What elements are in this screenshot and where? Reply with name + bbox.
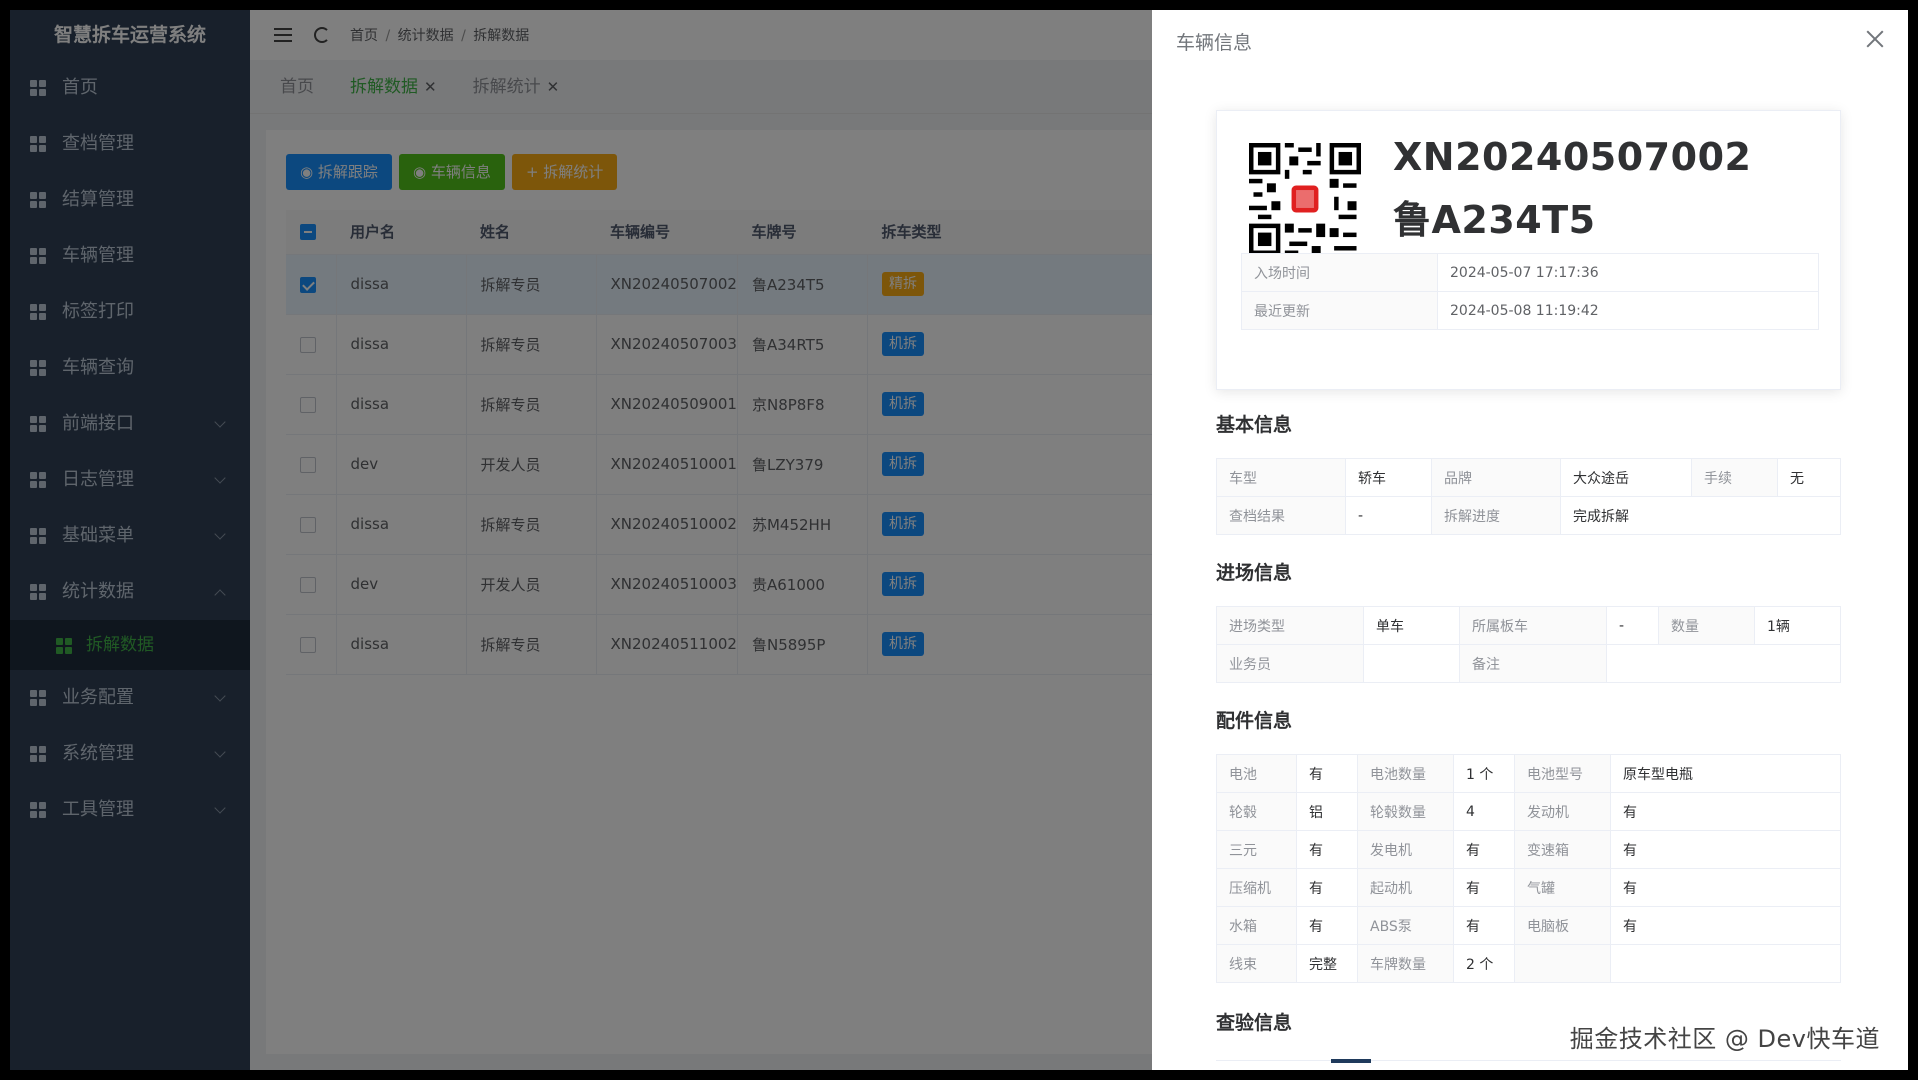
- desc-value: 有: [1610, 830, 1841, 869]
- desc-value: 1辆: [1754, 606, 1841, 645]
- parts-row: 三元有发电机有变速箱有: [1216, 830, 1841, 869]
- desc-label: 车型: [1216, 458, 1346, 497]
- updated-label: 最近更新: [1241, 291, 1438, 330]
- parts-info-table: 电池有电池数量 1 个电池型号 原车型电瓶 轮毂铝轮毂数量 4 发动机有三元有发电机有变速…: [1216, 754, 1841, 983]
- desc-value: 有: [1453, 868, 1515, 907]
- desc-value: 有: [1610, 868, 1841, 907]
- desc-value: 轿车: [1345, 458, 1432, 497]
- desc-label: 电池型号: [1514, 754, 1611, 793]
- desc-label: 进场类型: [1216, 606, 1364, 645]
- parts-row: 压缩机有起动机有气罐有: [1216, 868, 1841, 907]
- desc-value: 有: [1453, 906, 1515, 945]
- inspection-tab-indicator: [1331, 1059, 1371, 1063]
- desc-label: 发动机: [1514, 792, 1611, 831]
- desc-label: 拆解进度: [1431, 496, 1561, 535]
- drawer-header: 车辆信息: [1152, 10, 1908, 64]
- desc-value: 有: [1296, 830, 1358, 869]
- parts-info-title: 配件信息: [1216, 710, 1293, 732]
- desc-label: 起动机: [1357, 868, 1454, 907]
- desc-label: ABS泵: [1357, 906, 1454, 945]
- desc-value: 完整: [1296, 944, 1358, 983]
- desc-value: [1363, 644, 1460, 683]
- basic-info-table: 车型 轿车 品牌 大众途岳 手续 无 查档结果 - 拆解进度 完成拆解: [1216, 458, 1841, 535]
- entry-info-title: 进场信息: [1216, 562, 1293, 584]
- time-table: 入场时间 2024-05-07 17:17:36 最近更新 2024-05-08 1…: [1241, 253, 1819, 330]
- desc-value: [1606, 644, 1841, 683]
- entry-info-table: 进场类型 单车 所属板车 - 数量 1辆 业务员 备注: [1216, 606, 1841, 683]
- desc-label: 手续: [1691, 458, 1778, 497]
- desc-value: 原车型电瓶: [1610, 754, 1841, 793]
- desc-value: 有: [1296, 754, 1358, 793]
- entry-time-value: 2024-05-07 17:17:36: [1437, 253, 1819, 292]
- desc-value: 1 个: [1453, 754, 1515, 793]
- desc-label: 轮毂数量: [1357, 792, 1454, 831]
- parts-row: 水箱有 ABS泵有电脑板有: [1216, 906, 1841, 945]
- entry-time-label: 入场时间: [1241, 253, 1438, 292]
- desc-label: 电池: [1216, 754, 1297, 793]
- desc-value: 大众途岳: [1560, 458, 1692, 497]
- desc-label: 品牌: [1431, 458, 1561, 497]
- parts-row: 线束 完整 车牌数量 2 个: [1216, 944, 1841, 983]
- desc-value: 有: [1453, 830, 1515, 869]
- updated-value: 2024-05-08 11:19:42: [1437, 291, 1819, 330]
- desc-label: 变速箱: [1514, 830, 1611, 869]
- desc-value: 有: [1296, 906, 1358, 945]
- desc-label: 业务员: [1216, 644, 1364, 683]
- desc-label: 压缩机: [1216, 868, 1297, 907]
- parts-row: 电池有电池数量 1 个电池型号 原车型电瓶: [1216, 754, 1841, 793]
- desc-value: -: [1345, 496, 1432, 535]
- desc-value: [1610, 944, 1841, 983]
- desc-value: 铝: [1296, 792, 1358, 831]
- watermark: 掘金技术社区 @ Dev快车道: [1569, 1025, 1880, 1053]
- basic-info-title: 基本信息: [1216, 414, 1293, 436]
- desc-value: 有: [1610, 906, 1841, 945]
- desc-value: 有: [1296, 868, 1358, 907]
- desc-value: 2 个: [1453, 944, 1515, 983]
- desc-label: 电池数量: [1357, 754, 1454, 793]
- vehicle-number: XN20240507002: [1393, 135, 1752, 179]
- desc-label: 备注: [1459, 644, 1607, 683]
- desc-label: 车牌数量: [1357, 944, 1454, 983]
- desc-value: 完成拆解: [1560, 496, 1841, 535]
- inspection-info-title: 查验信息: [1216, 1012, 1293, 1034]
- desc-label: 所属板车: [1459, 606, 1607, 645]
- desc-value: 单车: [1363, 606, 1460, 645]
- desc-label: 线束: [1216, 944, 1297, 983]
- desc-label: 发电机: [1357, 830, 1454, 869]
- desc-label: [1514, 944, 1611, 983]
- plate-number: 鲁A234T5: [1393, 198, 1596, 242]
- desc-label: 三元: [1216, 830, 1297, 869]
- vehicle-info-drawer: 车辆信息 XN20240507002 鲁A234T5 入场时间 2024-05-…: [1152, 10, 1908, 1070]
- qr-code-icon: [1249, 143, 1361, 255]
- desc-label: 轮毂: [1216, 792, 1297, 831]
- parts-row: 轮毂铝轮毂数量 4 发动机有: [1216, 792, 1841, 831]
- desc-value: -: [1606, 606, 1659, 645]
- desc-label: 水箱: [1216, 906, 1297, 945]
- desc-value: 无: [1777, 458, 1841, 497]
- drawer-title: 车辆信息: [1176, 32, 1253, 54]
- app-window: 智慧拆车运营系统 首页查档管理结算管理车辆管理标签打印车辆查询前端接口日志管理基…: [10, 10, 1908, 1070]
- desc-value: 4: [1453, 792, 1515, 831]
- close-icon[interactable]: [1864, 28, 1886, 50]
- inspection-table-edge: [1216, 1059, 1841, 1070]
- desc-value: 有: [1610, 792, 1841, 831]
- desc-label: 查档结果: [1216, 496, 1346, 535]
- vehicle-summary-card: XN20240507002 鲁A234T5 入场时间 2024-05-07 17:…: [1216, 110, 1841, 390]
- desc-label: 电脑板: [1514, 906, 1611, 945]
- desc-label: 数量: [1658, 606, 1755, 645]
- desc-label: 气罐: [1514, 868, 1611, 907]
